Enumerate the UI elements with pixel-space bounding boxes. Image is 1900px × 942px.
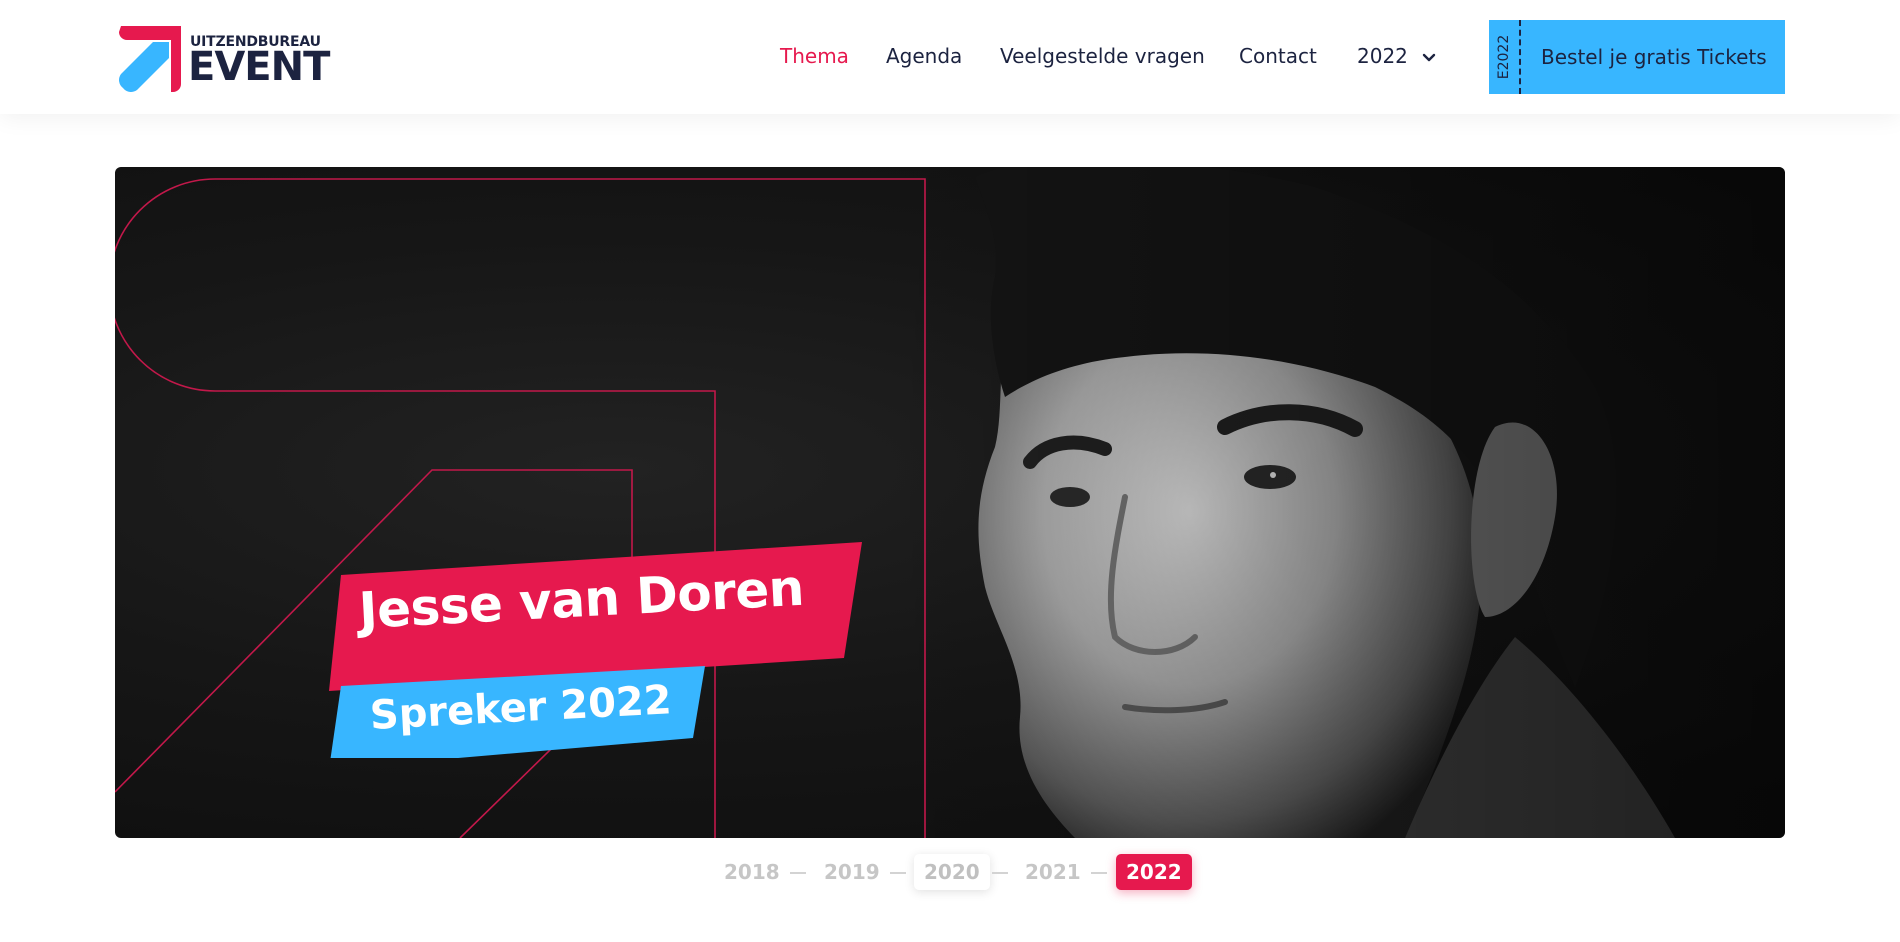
- nav-agenda[interactable]: Agenda: [886, 44, 962, 68]
- logo-text-big: EVENT: [188, 44, 330, 90]
- year-separator: [890, 872, 906, 874]
- year-2021[interactable]: 2021: [1015, 854, 1091, 890]
- year-separator: [1091, 872, 1107, 874]
- ticket-stub-label: E2022: [1496, 34, 1512, 80]
- chevron-down-icon: [1423, 53, 1436, 61]
- year-pagination: 2018 2019 2020 2021 2022: [0, 854, 1900, 894]
- nav-year-dropdown[interactable]: 2022: [1357, 44, 1436, 68]
- order-tickets-button[interactable]: E2022 Bestel je gratis Tickets: [1489, 20, 1785, 94]
- nav-faq[interactable]: Veelgestelde vragen: [1000, 44, 1205, 68]
- nav-contact[interactable]: Contact: [1239, 44, 1317, 68]
- year-2022[interactable]: 2022: [1116, 854, 1192, 890]
- ticket-stub: E2022: [1489, 20, 1521, 94]
- year-separator: [790, 872, 806, 874]
- nav-year-label: 2022: [1357, 44, 1408, 68]
- year-separator: [992, 872, 1008, 874]
- site-header: UITZENDBUREAU EVENT Thema Agenda Veelges…: [0, 0, 1900, 114]
- year-2020[interactable]: 2020: [914, 854, 990, 890]
- logo-arrow-icon: [119, 26, 181, 92]
- order-tickets-label: Bestel je gratis Tickets: [1541, 45, 1767, 69]
- year-2018[interactable]: 2018: [714, 854, 790, 890]
- nav-thema[interactable]: Thema: [780, 44, 849, 68]
- logo[interactable]: UITZENDBUREAU EVENT: [115, 26, 330, 92]
- year-2019[interactable]: 2019: [814, 854, 890, 890]
